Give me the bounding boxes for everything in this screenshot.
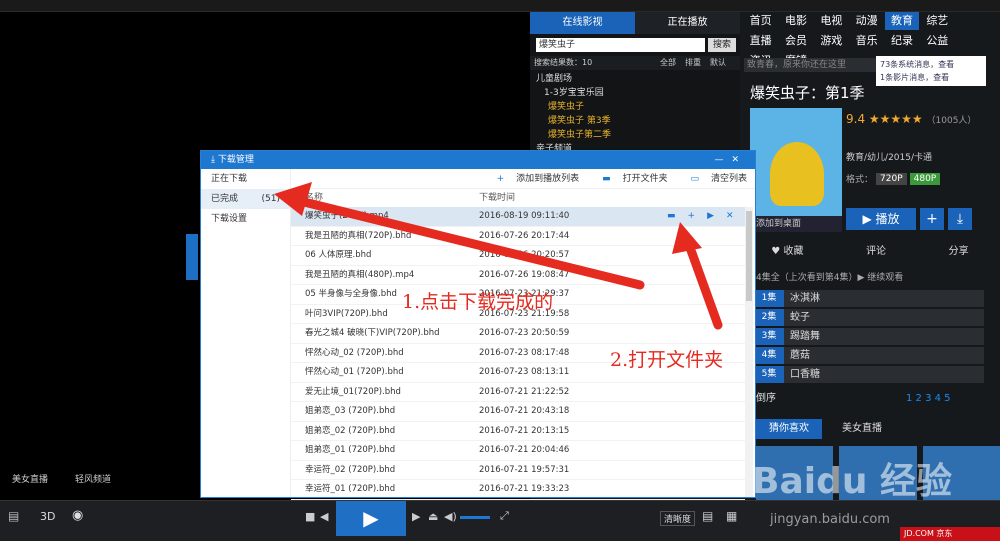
baidu-watermark-url: jingyan.baidu.com [770,512,890,527]
arrow-to-folder [683,237,723,330]
arrow-head [672,222,702,254]
arrow-to-completed [291,195,645,290]
arrow-head [274,182,312,216]
baidu-watermark: Baidu 经验 [752,461,953,502]
annotation-step-2: 2.打开文件夹 [610,349,724,371]
annotation-step-1: 1.点击下载完成的 [402,291,554,313]
